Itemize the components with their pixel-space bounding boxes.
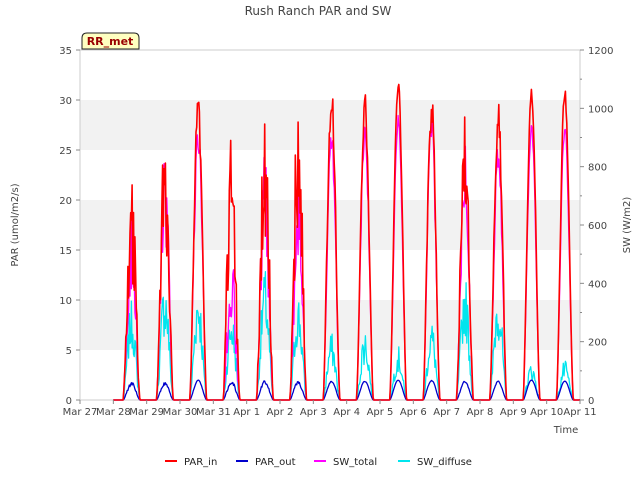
x-tick-label: Mar 30 — [163, 407, 198, 418]
series-line-par-out — [113, 379, 580, 401]
y-left-tick-label: 15 — [59, 246, 72, 257]
x-tick-label: Mar 27 — [63, 407, 98, 418]
legend-label: PAR_in — [184, 457, 217, 468]
y-right-tick-label: 1200 — [588, 46, 613, 57]
y-left-tick-label: 20 — [59, 196, 72, 207]
y-right-tick-label: 800 — [588, 163, 607, 174]
y-left-tick-label: 10 — [59, 296, 72, 307]
y-right-tick-label: 1000 — [588, 104, 613, 115]
y-axis-left-title: PAR (umol/m2/s) — [10, 183, 21, 266]
legend-label: SW_diffuse — [417, 457, 472, 468]
x-tick-label: Mar 29 — [129, 407, 164, 418]
y-right-tick-label: 0 — [588, 396, 594, 407]
x-tick-label: Apr 7 — [433, 407, 460, 418]
y-left-tick-label: 30 — [59, 96, 72, 107]
x-tick-label: Mar 31 — [196, 407, 231, 418]
y-right-tick-label: 400 — [588, 279, 607, 290]
x-axis-title: Time — [553, 425, 578, 436]
y-left-tick-label: 5 — [66, 346, 72, 357]
y-axis-right-title: SW (W/m2) — [622, 197, 633, 254]
x-tick-label: Apr 6 — [400, 407, 427, 418]
station-badge-label: RR_met — [87, 35, 134, 48]
y-left-tick-label: 0 — [66, 396, 72, 407]
y-right-tick-label: 200 — [588, 338, 607, 349]
legend-label: SW_total — [333, 457, 377, 468]
legend-label: PAR_out — [255, 457, 296, 468]
x-tick-label: Apr 10 — [530, 407, 563, 418]
y-right-tick-label: 600 — [588, 221, 607, 232]
chart-canvas: 0 5 10 15 20 25 30 35 0 200 400 600 800 1000 1200 Mar 2… — [10, 4, 633, 468]
series-line-sw-total — [113, 114, 580, 401]
x-tick-label: Apr 4 — [333, 407, 360, 418]
x-tick-label: Apr 1 — [233, 407, 260, 418]
x-tick-label: Mar 28 — [96, 407, 131, 418]
grid-band — [80, 200, 580, 250]
chart-title: Rush Ranch PAR and SW — [245, 4, 392, 18]
y-left-tick-label: 35 — [59, 46, 72, 57]
x-tick-label: Apr 8 — [467, 407, 494, 418]
y-left-tick-label: 25 — [59, 146, 72, 157]
station-badge: RR_met — [81, 32, 140, 50]
x-tick-label: Apr 11 — [563, 407, 596, 418]
x-tick-label: Apr 3 — [300, 407, 327, 418]
x-tick-label: Apr 9 — [500, 407, 527, 418]
legend: PAR_in PAR_out SW_total SW_diffuse — [165, 457, 472, 468]
x-tick-label: Apr 5 — [367, 407, 394, 418]
x-tick-label: Apr 2 — [267, 407, 294, 418]
